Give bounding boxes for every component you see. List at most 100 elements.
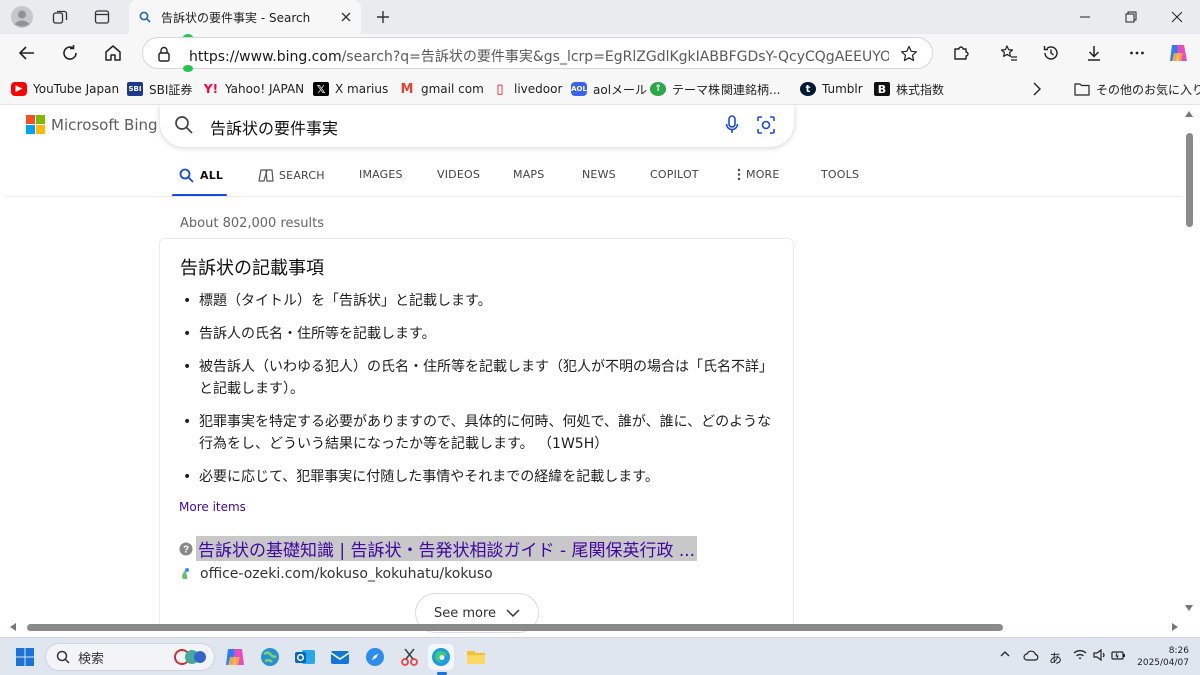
- minimize-button[interactable]: [1062, 0, 1108, 34]
- windows-logo-icon: [16, 648, 34, 666]
- search-box[interactable]: 告訴状の要件事実: [160, 105, 794, 147]
- home-button[interactable]: [98, 38, 128, 68]
- visual-search-icon[interactable]: [756, 115, 776, 135]
- fav-gmail[interactable]: M gmail com: [399, 79, 484, 99]
- taskbar-browser-app[interactable]: [257, 644, 283, 670]
- taskbar-safari-app[interactable]: [362, 644, 388, 670]
- tab-active[interactable]: 告訴状の要件事実 - Search: [129, 0, 361, 34]
- fav-related-stocks[interactable]: 関連銘柄...: [721, 79, 780, 99]
- close-tab-icon[interactable]: [341, 12, 351, 22]
- system-clock[interactable]: 8:26 2025/04/07: [1137, 645, 1189, 669]
- battery-plug-icon[interactable]: [1111, 649, 1127, 661]
- plus-icon: [377, 11, 389, 23]
- taskbar-outlook-app[interactable]: [292, 644, 318, 670]
- start-button[interactable]: [12, 644, 38, 670]
- home-icon: [105, 45, 121, 61]
- fav-stock-index[interactable]: B 株式指数: [874, 79, 944, 99]
- chevron-up-icon[interactable]: [1000, 649, 1010, 659]
- url-text[interactable]: https://www.bing.com/search?q=告訴状の要件事実&g…: [189, 46, 889, 66]
- more-items-link[interactable]: More items: [179, 500, 246, 514]
- favorites-button[interactable]: [994, 38, 1024, 68]
- list-item: 告訴人の氏名・住所等を記載します。: [180, 323, 780, 345]
- scope-all[interactable]: ALL: [179, 168, 223, 183]
- bing-logo[interactable]: Microsoft Bing: [26, 115, 158, 134]
- fav-livedoor[interactable]: ▯ livedoor: [492, 79, 562, 99]
- microphone-icon[interactable]: [725, 115, 739, 135]
- vertical-scroll-thumb[interactable]: [1186, 133, 1193, 227]
- youtube-icon: ▶: [11, 82, 27, 96]
- mail-icon: [330, 651, 350, 664]
- taskbar-search[interactable]: 検索: [45, 643, 215, 671]
- scope-search[interactable]: SEARCH: [258, 168, 325, 183]
- restore-button[interactable]: [1108, 0, 1154, 34]
- scope-videos[interactable]: VIDEOS: [437, 168, 480, 181]
- fav-x-marius[interactable]: 𝕏 X marius: [313, 79, 388, 99]
- settings-more-button[interactable]: [1122, 38, 1152, 68]
- close-window-button[interactable]: [1154, 0, 1200, 34]
- horizontal-scrollbar[interactable]: [6, 621, 1182, 633]
- fav-tumblr[interactable]: t Tumblr: [800, 79, 863, 99]
- scroll-right-icon[interactable]: [1172, 623, 1178, 631]
- scope-tools[interactable]: TOOLS: [821, 168, 859, 181]
- wifi-icon[interactable]: [1073, 649, 1087, 661]
- search-input[interactable]: 告訴状の要件事実: [210, 115, 338, 139]
- horizontal-scroll-thumb[interactable]: [27, 624, 1003, 631]
- scope-news[interactable]: NEWS: [582, 168, 616, 181]
- scope-copilot[interactable]: COPILOT: [650, 168, 699, 181]
- fav-label: SBI証券: [149, 82, 193, 97]
- taskbar-snipping-app[interactable]: [397, 644, 423, 670]
- scope-divider: [6, 196, 1182, 197]
- taskbar-mail-app[interactable]: [327, 644, 353, 670]
- fav-youtube-japan[interactable]: ▶ YouTube Japan: [11, 79, 119, 99]
- ime-indicator[interactable]: あ: [1049, 648, 1062, 667]
- downloads-button[interactable]: [1079, 38, 1109, 68]
- copilot-button[interactable]: [1163, 38, 1193, 68]
- copilot-search-icon: [258, 169, 274, 182]
- yahoo-icon: Y!: [203, 82, 219, 96]
- search-favicon-icon: [139, 11, 151, 23]
- refresh-button[interactable]: [55, 38, 85, 68]
- scroll-down-icon[interactable]: [1185, 605, 1193, 611]
- chevron-right-icon: [1033, 82, 1041, 96]
- answer-card: 告訴状の記載事項 標題（タイトル）を「告訴状」と記載します。 告訴人の氏名・住所…: [159, 238, 794, 633]
- back-button[interactable]: [12, 38, 42, 68]
- answer-list: 標題（タイトル）を「告訴状」と記載します。 告訴人の氏名・住所等を記載します。 …: [180, 290, 780, 499]
- vertical-scrollbar[interactable]: [1183, 105, 1195, 623]
- profile-avatar[interactable]: [6, 3, 38, 31]
- scroll-up-icon[interactable]: [1185, 111, 1193, 117]
- help-circle-icon[interactable]: ?: [179, 542, 193, 556]
- address-bar-row: https://www.bing.com/search?q=告訴状の要件事実&g…: [0, 34, 1200, 72]
- site-info-lock-icon[interactable]: [155, 45, 173, 63]
- source-title-link[interactable]: 告訴状の基礎知識 | 告訴状・告発状相談ガイド - 尾関保英行政 ...: [196, 536, 698, 561]
- scroll-left-icon[interactable]: [10, 623, 16, 631]
- fav-theme-stock[interactable]: ↑ テーマ株: [650, 79, 720, 99]
- favorites-overflow-button[interactable]: [1032, 79, 1042, 99]
- workspaces-button[interactable]: [44, 3, 76, 31]
- extensions-button[interactable]: [946, 38, 976, 68]
- new-tab-button[interactable]: [367, 3, 399, 31]
- taskbar-explorer-app[interactable]: [463, 644, 489, 670]
- copilot-icon: [1170, 45, 1187, 61]
- source-url[interactable]: office-ozeki.com/kokuso_kokuhatu/kokuso: [179, 566, 493, 582]
- fav-sbi[interactable]: SBI SBI証券: [127, 79, 192, 99]
- favorite-star-icon[interactable]: [900, 45, 918, 63]
- search-icon: [56, 650, 70, 664]
- fav-aol-mail[interactable]: AOL aolメール: [571, 79, 647, 99]
- taskbar-copilot-app[interactable]: [222, 644, 248, 670]
- list-item: 標題（タイトル）を「告訴状」と記載します。: [180, 290, 780, 312]
- scope-images[interactable]: IMAGES: [359, 168, 403, 181]
- refresh-icon: [63, 45, 77, 60]
- fav-yahoo-japan[interactable]: Y! Yahoo! JAPAN: [203, 79, 304, 99]
- scope-label: MORE: [746, 168, 780, 181]
- speaker-icon[interactable]: [1093, 649, 1107, 661]
- history-button[interactable]: [1036, 38, 1066, 68]
- scope-more[interactable]: MORE: [736, 168, 780, 181]
- windows-taskbar: 検索 あ 8:26 2025/04/07: [0, 637, 1200, 675]
- scope-maps[interactable]: MAPS: [513, 168, 544, 181]
- address-bar[interactable]: https://www.bing.com/search?q=告訴状の要件事実&g…: [142, 37, 933, 69]
- tab-actions-button[interactable]: [86, 3, 118, 31]
- search-icon[interactable]: [174, 115, 194, 135]
- taskbar-edge-app[interactable]: [428, 644, 454, 675]
- cloud-icon[interactable]: [1023, 649, 1039, 661]
- other-favorites-folder[interactable]: その他のお気に入り: [1074, 79, 1200, 99]
